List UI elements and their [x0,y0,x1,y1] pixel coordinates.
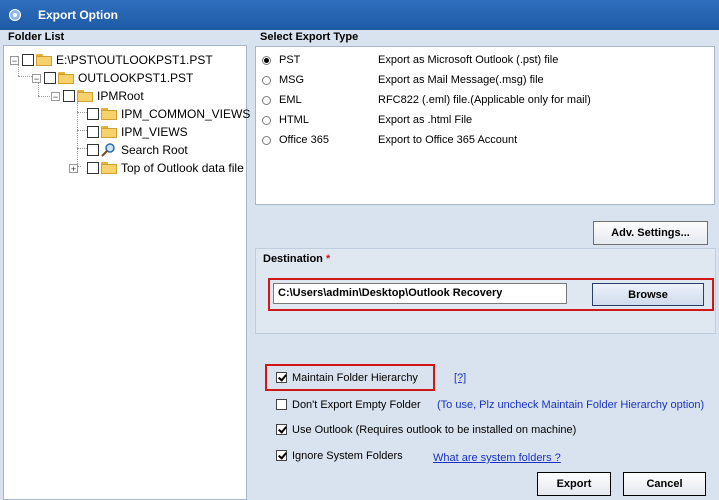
tree-checkbox[interactable] [87,126,99,138]
radio-button[interactable] [262,75,271,85]
folder-open-icon [36,54,52,66]
export-option-name: PST [279,54,301,66]
export-option-name: MSG [279,74,305,86]
ignore-system-label: Ignore System Folders [292,450,403,462]
expand-icon[interactable]: + [69,163,78,173]
tree-checkbox[interactable] [63,90,75,102]
export-option-office365[interactable]: Office 365 Export to Office 365 Account [256,130,714,150]
ignore-system-checkbox[interactable] [276,450,287,461]
tree-checkbox[interactable] [87,162,99,174]
collapse-icon[interactable]: − [10,55,19,65]
destination-group: Destination * C:\Users\admin\Desktop\Out… [255,248,716,334]
radio-button[interactable] [262,55,271,65]
app-icon [9,9,21,21]
tree-node-search-root[interactable]: Search Root [87,142,188,158]
export-option-desc: Export as Microsoft Outlook (.pst) file [378,54,559,66]
collapse-icon[interactable]: − [51,91,60,101]
export-option-pst[interactable]: PST Export as Microsoft Outlook (.pst) f… [256,50,714,70]
tree-node-ipm-views[interactable]: IPM_VIEWS [87,124,188,140]
maintain-hierarchy-checkbox[interactable] [276,372,287,383]
tree-node-label: Search Root [121,143,188,157]
export-type-list[interactable]: PST Export as Microsoft Outlook (.pst) f… [255,46,715,205]
maintain-hierarchy-help-link[interactable]: [?] [454,372,466,384]
radio-button[interactable] [262,135,271,145]
export-option-desc: RFC822 (.eml) file.(Applicable only for … [378,94,591,106]
export-button[interactable]: Export [537,472,611,496]
tree-checkbox[interactable] [87,144,99,156]
folder-icon [101,126,117,138]
destination-label: Destination * [263,253,330,265]
radio-button[interactable] [262,115,271,125]
export-option-desc: Export as .html File [378,114,473,126]
pst-file-icon [58,72,74,84]
tree-node-label: IPM_VIEWS [121,125,188,139]
tree-checkbox[interactable] [87,108,99,120]
dont-export-empty-checkbox[interactable] [276,399,287,410]
folder-tree[interactable]: − E:\PST\OUTLOOKPST1.PST − OUTLOOKPST1.P… [3,45,250,500]
export-option-desc: Export to Office 365 Account [378,134,518,146]
tree-node-pst[interactable]: − OUTLOOKPST1.PST [32,70,193,86]
adv-settings-button[interactable]: Adv. Settings... [593,221,708,245]
title-bar: Export Option [0,0,719,30]
destination-label-text: Destination [263,253,323,265]
tree-node-top-of-outlook[interactable]: + Top of Outlook data file [69,160,244,176]
export-option-name: HTML [279,114,309,126]
maintain-hierarchy-label: Maintain Folder Hierarchy [292,372,418,384]
export-type-label: Select Export Type [260,31,359,43]
dont-export-empty-note: (To use, Plz uncheck Maintain Folder Hie… [437,399,705,411]
tree-checkbox[interactable] [22,54,34,66]
cancel-button[interactable]: Cancel [623,472,706,496]
tree-node-root[interactable]: − E:\PST\OUTLOOKPST1.PST [10,52,213,68]
dont-export-empty-label: Don't Export Empty Folder [292,399,421,411]
tree-node-ipmroot[interactable]: − IPMRoot [51,88,144,104]
tree-node-label: OUTLOOKPST1.PST [78,71,194,85]
folder-list-label: Folder List [8,31,65,43]
export-option-desc: Export as Mail Message(.msg) file [378,74,544,86]
destination-path-input[interactable]: C:\Users\admin\Desktop\Outlook Recovery [273,283,567,304]
tree-node-label: IPM_COMMON_VIEWS [121,107,251,121]
export-option-name: EML [279,94,302,106]
window-title: Export Option [38,8,118,22]
folder-icon [101,108,117,120]
tree-node-label: E:\PST\OUTLOOKPST1.PST [56,53,213,67]
system-folders-link[interactable]: What are system folders ? [433,452,561,464]
folder-icon [101,162,117,174]
tree-node-label: Top of Outlook data file [121,161,244,175]
tree-node-label: IPMRoot [97,89,144,103]
use-outlook-label: Use Outlook (Requires outlook to be inst… [292,424,577,436]
tree-checkbox[interactable] [44,72,56,84]
search-icon [101,143,115,157]
tree-node-ipm-common-views[interactable]: IPM_COMMON_VIEWS [87,106,250,122]
collapse-icon[interactable]: − [32,73,41,83]
export-option-msg[interactable]: MSG Export as Mail Message(.msg) file [256,70,714,90]
export-option-eml[interactable]: EML RFC822 (.eml) file.(Applicable only … [256,90,714,110]
browse-button[interactable]: Browse [592,283,704,306]
export-option-html[interactable]: HTML Export as .html File [256,110,714,130]
radio-button[interactable] [262,95,271,105]
folder-icon [77,90,93,102]
export-option-name: Office 365 [279,134,329,146]
required-mark: * [325,253,331,265]
use-outlook-checkbox[interactable] [276,424,287,435]
